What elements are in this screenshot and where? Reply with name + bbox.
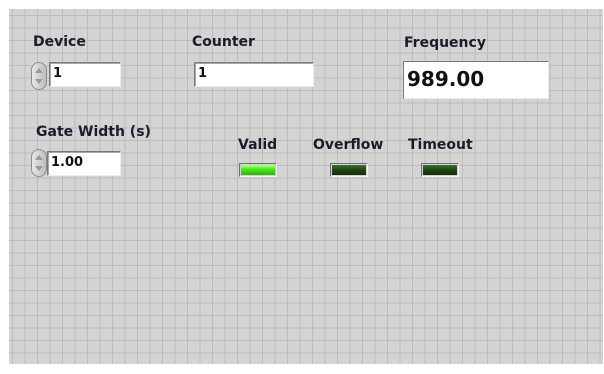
timeout-label: Timeout — [408, 137, 473, 153]
gate-width-input[interactable]: 1.00 — [47, 151, 121, 176]
gate-width-label: Gate Width (s) — [36, 124, 151, 140]
valid-led — [239, 163, 277, 177]
device-input[interactable]: 1 — [49, 62, 121, 87]
down-arrow-icon[interactable] — [35, 79, 43, 84]
frequency-label: Frequency — [404, 35, 486, 51]
down-arrow-icon[interactable] — [35, 166, 43, 171]
overflow-label: Overflow — [313, 137, 384, 153]
overflow-led — [330, 163, 368, 177]
front-panel: Device 1 Counter 1 Frequency 989.00 Gate… — [9, 9, 603, 364]
up-arrow-icon[interactable] — [35, 68, 43, 73]
timeout-lamp — [423, 165, 457, 175]
valid-label: Valid — [238, 137, 278, 153]
up-arrow-icon[interactable] — [35, 155, 43, 160]
device-spinner[interactable] — [31, 62, 47, 90]
overflow-lamp — [332, 165, 366, 175]
counter-label: Counter — [192, 34, 255, 50]
gate-width-spinner[interactable] — [31, 149, 47, 177]
timeout-led — [421, 163, 459, 177]
device-label: Device — [33, 34, 86, 50]
valid-lamp — [241, 165, 275, 175]
frequency-display: 989.00 — [403, 61, 549, 99]
counter-input[interactable]: 1 — [194, 62, 314, 87]
